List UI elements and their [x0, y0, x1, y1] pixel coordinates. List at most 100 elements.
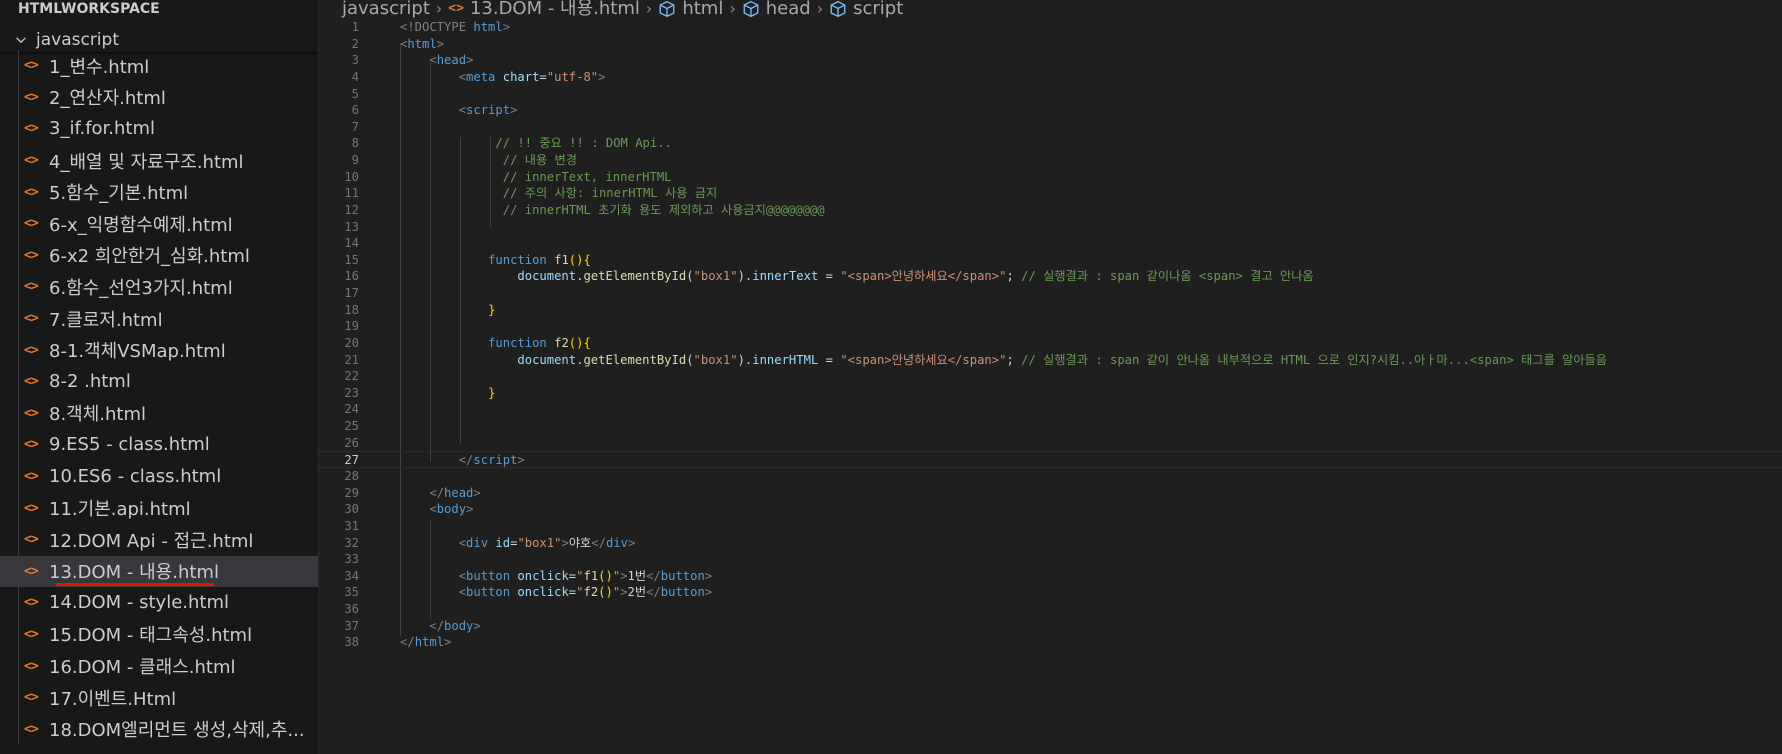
line-number: 32 — [344, 535, 359, 550]
line-number: 29 — [344, 485, 359, 500]
code-line[interactable]: 16 document.getElementById("box1").inner… — [319, 268, 1782, 285]
file-item[interactable]: <> 15.DOM - 태그속성.html — [0, 618, 318, 651]
file-item[interactable]: <> 18.DOM엘리먼트 생성,삭제,추... — [0, 713, 318, 746]
code-line[interactable]: 18 } — [319, 302, 1782, 319]
tree-indent-guide — [18, 144, 19, 177]
code-line[interactable]: 30 <body> — [319, 501, 1782, 518]
code-line[interactable]: 2 <html> — [319, 36, 1782, 53]
breadcrumb-folder[interactable]: javascript — [342, 0, 430, 18]
code-line[interactable]: 7 — [319, 119, 1782, 136]
chevron-right-icon: › — [645, 0, 653, 18]
code-text: } — [488, 302, 496, 317]
file-item[interactable]: <> 14.DOM - style.html — [0, 587, 318, 619]
code-line[interactable]: 32 <div id="box1">야호</div> — [319, 535, 1782, 552]
code-line[interactable]: 3 <head> — [319, 52, 1782, 69]
tree-indent-guide — [18, 113, 19, 145]
file-item[interactable]: <> 8-2 .html — [0, 365, 318, 398]
code-line[interactable]: 6 <script> — [319, 102, 1782, 119]
tree-indent-guide — [18, 81, 19, 114]
tree-indent-guide — [18, 365, 19, 398]
file-name: 4_배열 및 자료구조.html — [49, 151, 244, 173]
code-line[interactable]: 38 </html> — [319, 634, 1782, 651]
code-line[interactable]: 35 <button onclick="f2()">2번</button> — [319, 584, 1782, 601]
code-line[interactable]: 14 — [319, 235, 1782, 252]
code-line[interactable]: 11 // 주의 사항: innerHTML 사용 금지 — [319, 185, 1782, 202]
breadcrumb-script[interactable]: script — [853, 0, 903, 18]
code-text: <div id="box1">야호</div> — [458, 535, 636, 550]
file-item[interactable]: <> 1_변수.html — [0, 50, 318, 82]
file-name: 6-x2 희안한거_심화.html — [49, 246, 250, 268]
file-item[interactable]: <> 8.객체.html — [0, 397, 318, 430]
code-line[interactable]: 1 <!DOCTYPE html> — [319, 19, 1782, 36]
file-name: 13.DOM - 내용.html — [49, 562, 219, 584]
line-number: 38 — [344, 635, 359, 650]
file-item[interactable]: <> 6-x2 희안한거_심화.html — [0, 239, 318, 272]
file-item[interactable]: <> 2_연산자.html — [0, 81, 318, 114]
html-file-icon: <> — [24, 405, 39, 421]
file-item[interactable]: <> 8-1.객체VSMap.html — [0, 334, 318, 366]
file-item[interactable]: <> 12.DOM Api - 접근.html — [0, 523, 318, 556]
code-line[interactable]: 4 <meta chart="utf-8"> — [319, 69, 1782, 86]
file-item[interactable]: <> 9.ES5 - class.html — [0, 429, 318, 461]
html-file-icon: <> — [24, 595, 39, 611]
code-line[interactable]: 23 } — [319, 385, 1782, 402]
file-item[interactable]: <> 17.이벤트.Html — [0, 681, 318, 714]
code-line[interactable]: 21 document.getElementById("box1").inner… — [319, 352, 1782, 369]
code-line[interactable]: 5 — [319, 86, 1782, 103]
html-file-icon: <> — [24, 342, 39, 358]
file-item[interactable]: <> 13.DOM - 내용.html — [0, 555, 318, 588]
code-line[interactable]: 13 — [319, 219, 1782, 236]
file-item[interactable]: <> 6-x_익명함수예제.html — [0, 207, 318, 240]
code-line[interactable]: 34 <button onclick="f1()">1번</button> — [319, 568, 1782, 585]
code-line[interactable]: 20 function f2(){ — [319, 335, 1782, 352]
code-line[interactable]: 25 — [319, 418, 1782, 435]
breadcrumb-html[interactable]: html — [682, 0, 723, 18]
breadcrumb-file[interactable]: 13.DOM - 내용.html — [470, 0, 640, 18]
file-item[interactable]: <> 3_if.for.html — [0, 113, 318, 145]
code-line[interactable]: 8 // !! 중요 !! : DOM Api.. — [319, 135, 1782, 152]
code-line[interactable]: 31 — [319, 518, 1782, 535]
file-name: 2_연산자.html — [49, 88, 166, 110]
code-text: </head> — [429, 485, 481, 500]
code-line[interactable]: 28 — [319, 468, 1782, 485]
code-editor[interactable]: 1 <!DOCTYPE html> 2 <html> 3 <head> 4 <meta c… — [319, 20, 1782, 754]
file-item[interactable]: <> 10.ES6 - class.html — [0, 460, 318, 493]
code-line[interactable]: 24 — [319, 401, 1782, 418]
workspace-title[interactable]: HTMLWORKSPACE — [18, 0, 160, 18]
line-number: 7 — [351, 119, 359, 134]
line-number: 15 — [344, 252, 359, 267]
code-line[interactable]: 10 // innerText, innerHTML — [319, 169, 1782, 186]
code-line[interactable]: 9 // 내용 변경 — [319, 152, 1782, 169]
code-line[interactable]: 22 — [319, 368, 1782, 385]
code-text: <!DOCTYPE html> — [400, 20, 511, 34]
chevron-down-icon — [16, 37, 26, 44]
code-text: // 주의 사항: innerHTML 사용 금지 — [502, 186, 718, 201]
code-line[interactable]: 29 </head> — [319, 485, 1782, 502]
code-line[interactable]: 19 — [319, 318, 1782, 335]
line-number: 21 — [344, 352, 359, 367]
file-item[interactable]: <> 5.함수_기본.html — [0, 176, 318, 208]
file-item[interactable]: <> 4_배열 및 자료구조.html — [0, 144, 318, 177]
code-line[interactable]: 15 function f1(){ — [319, 252, 1782, 269]
file-item[interactable]: <> 7.클로저.html — [0, 302, 318, 335]
file-name: 6.함수_선언3가지.html — [49, 277, 233, 299]
html-file-icon: <> — [24, 658, 39, 674]
code-line[interactable]: 37 </body> — [319, 618, 1782, 635]
code-line[interactable]: 17 — [319, 285, 1782, 302]
file-item[interactable]: <> 6.함수_선언3가지.html — [0, 271, 318, 303]
code-line[interactable]: 33 — [319, 551, 1782, 568]
line-number: 11 — [344, 186, 359, 201]
breadcrumb-head[interactable]: head — [766, 0, 811, 18]
code-line[interactable]: 12 // innerHTML 초기화 용도 제외하고 사용금지@@@@@@@@ — [319, 202, 1782, 219]
file-name: 12.DOM Api - 접근.html — [49, 530, 254, 552]
code-line[interactable]: 36 — [319, 601, 1782, 618]
html-file-icon: <> — [24, 311, 39, 327]
code-text: <button onclick="f1()">1번</button> — [458, 568, 713, 583]
file-item[interactable]: <> 16.DOM - 클래스.html — [0, 650, 318, 682]
line-number: 16 — [344, 269, 359, 284]
line-number: 31 — [344, 518, 359, 533]
code-line[interactable]: 26 — [319, 435, 1782, 452]
code-line[interactable]: 27 </script> — [319, 451, 1782, 468]
html-file-icon: <> — [24, 247, 39, 263]
file-item[interactable]: <> 11.기본.api.html — [0, 492, 318, 524]
